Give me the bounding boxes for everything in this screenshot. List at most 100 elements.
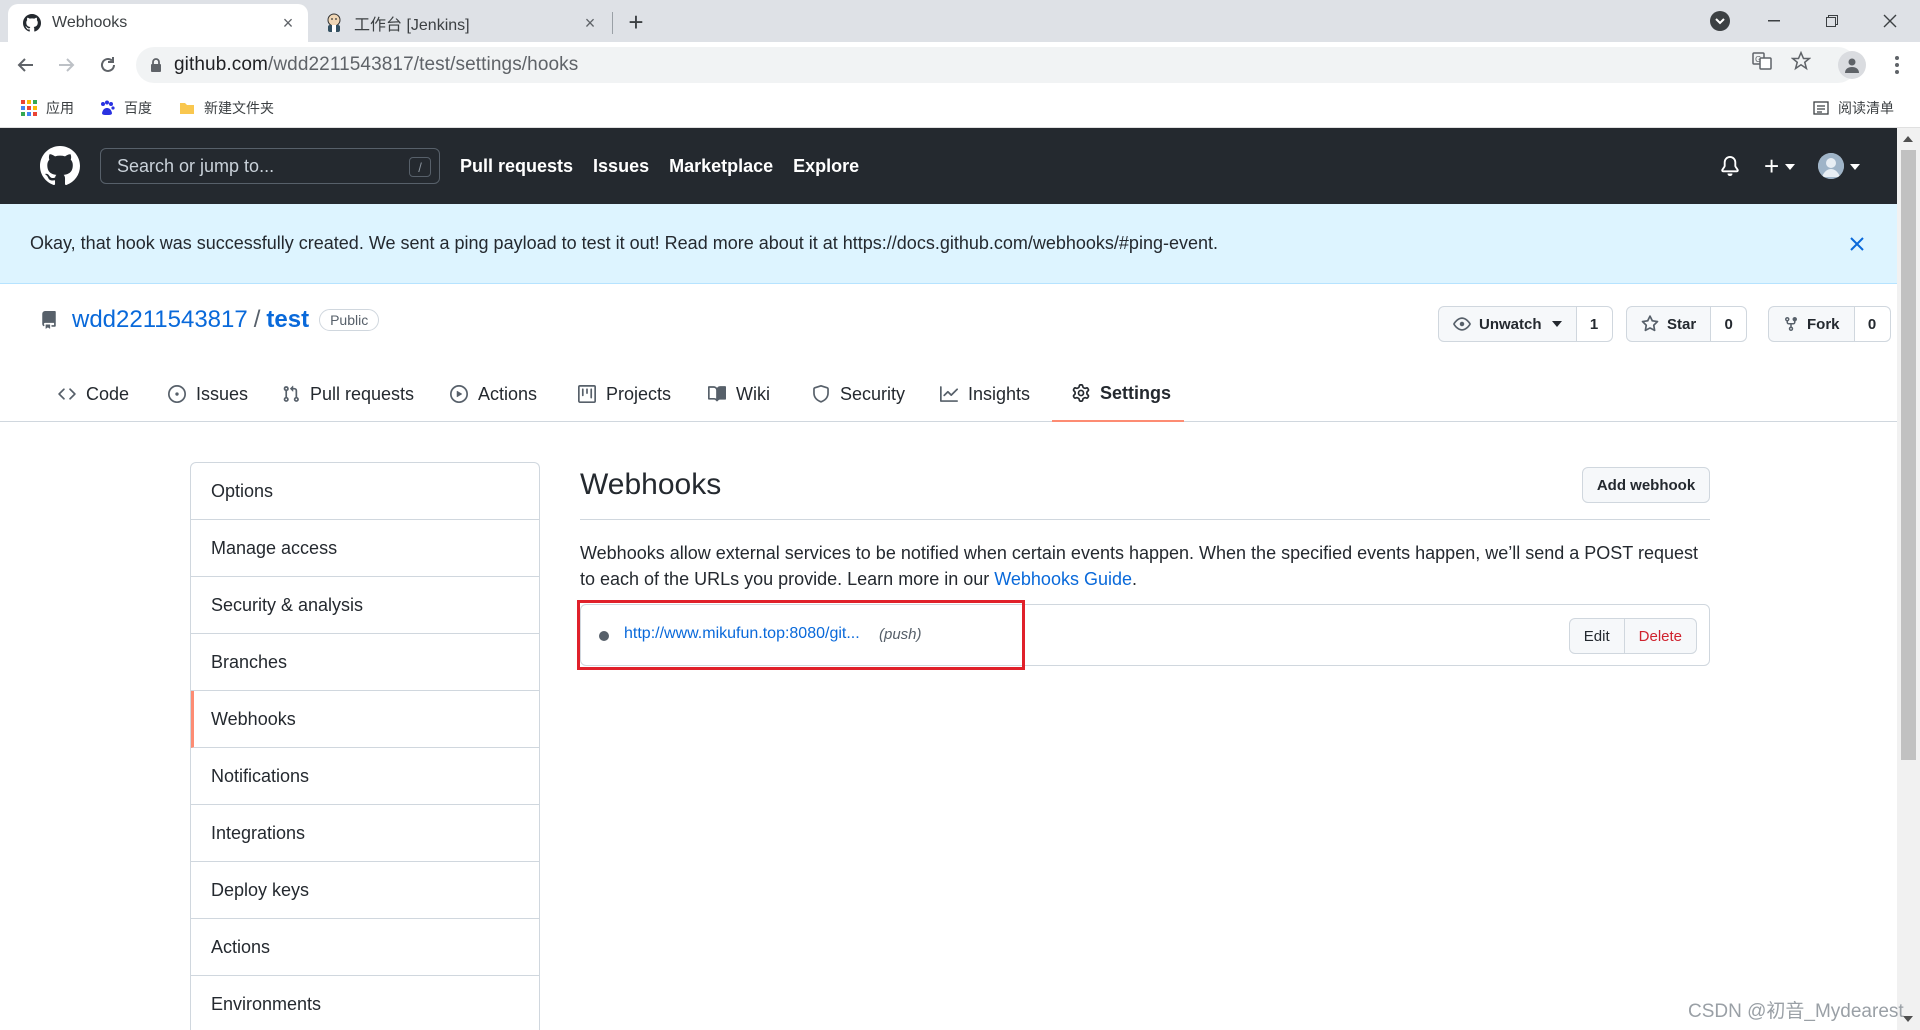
github-icon xyxy=(22,13,42,33)
shield-icon xyxy=(812,385,830,403)
star-icon xyxy=(1641,315,1659,333)
webhook-actions: Edit Delete xyxy=(1568,618,1697,654)
nav-issues[interactable]: Issues xyxy=(593,156,649,177)
bookmark-star-icon[interactable] xyxy=(1791,51,1811,71)
edit-button[interactable]: Edit xyxy=(1568,618,1625,654)
reading-list-icon xyxy=(1812,99,1830,117)
watch-count[interactable]: 1 xyxy=(1576,306,1613,342)
webhooks-description: Webhooks allow external services to be n… xyxy=(580,543,1698,589)
tab-security[interactable]: Security xyxy=(812,366,905,422)
nav-pull-requests[interactable]: Pull requests xyxy=(460,156,573,177)
create-new-dropdown[interactable]: + xyxy=(1764,128,1796,204)
visibility-badge: Public xyxy=(319,309,380,331)
sidebar-item-branches[interactable]: Branches xyxy=(191,634,539,691)
page-scrollbar[interactable] xyxy=(1897,128,1920,1030)
caret-down-icon xyxy=(1785,157,1796,175)
project-icon xyxy=(578,385,596,403)
translate-icon[interactable]: G xyxy=(1752,51,1772,71)
repo-owner-link[interactable]: wdd2211543817 xyxy=(72,306,248,334)
star-button[interactable]: Star xyxy=(1626,306,1712,342)
bookmark-folder[interactable]: 新建文件夹 xyxy=(178,97,274,119)
github-logo-icon[interactable] xyxy=(40,146,80,186)
sidebar-item-environments[interactable]: Environments xyxy=(191,976,539,1030)
tab-code[interactable]: Code xyxy=(58,366,129,422)
close-tab-icon[interactable]: × xyxy=(580,13,600,33)
fork-count[interactable]: 0 xyxy=(1854,306,1891,342)
scroll-down-icon[interactable] xyxy=(1903,1016,1913,1022)
tab-actions[interactable]: Actions xyxy=(450,366,537,422)
reading-list-button[interactable]: 阅读清单 xyxy=(1812,97,1894,119)
webhooks-guide-link[interactable]: Webhooks Guide xyxy=(994,569,1132,589)
reload-icon[interactable] xyxy=(92,49,124,81)
browser-tab-webhooks[interactable]: Webhooks × xyxy=(8,4,308,42)
tab-insights[interactable]: Insights xyxy=(940,366,1030,422)
browser-profile-icon[interactable] xyxy=(1838,51,1866,79)
close-window-icon[interactable] xyxy=(1861,0,1919,42)
sidebar-item-manage-access[interactable]: Manage access xyxy=(191,520,539,577)
unwatch-button[interactable]: Unwatch xyxy=(1438,306,1577,342)
tab-settings[interactable]: Settings xyxy=(1052,366,1184,422)
restore-icon[interactable] xyxy=(1803,0,1861,42)
sidebar-item-integrations[interactable]: Integrations xyxy=(191,805,539,862)
folder-icon xyxy=(178,99,196,117)
back-icon[interactable] xyxy=(10,49,42,81)
scrollbar-thumb[interactable] xyxy=(1901,150,1916,760)
github-header: Search or jump to... / Pull requests Iss… xyxy=(0,128,1897,204)
sidebar-item-security-analysis[interactable]: Security & analysis xyxy=(191,577,539,634)
repo-separator: / xyxy=(253,306,261,333)
user-avatar-dropdown[interactable] xyxy=(1818,128,1860,204)
svg-text:G: G xyxy=(1755,55,1761,64)
issue-opened-icon xyxy=(168,385,186,403)
search-input[interactable]: Search or jump to... / xyxy=(100,148,440,184)
flash-notice: Okay, that hook was successfully created… xyxy=(0,204,1897,284)
browser-tab-strip: Webhooks × 工作台 [Jenkins] × + xyxy=(0,0,1920,42)
caret-down-icon xyxy=(1850,157,1860,175)
tab-pull-requests[interactable]: Pull requests xyxy=(282,366,414,422)
graph-icon xyxy=(940,385,958,403)
global-nav: Pull requests Issues Marketplace Explore xyxy=(460,128,879,204)
close-icon[interactable] xyxy=(1845,232,1869,256)
repo-name-link[interactable]: test xyxy=(266,306,309,334)
new-tab-button[interactable]: + xyxy=(620,6,652,38)
sidebar-item-deploy-keys[interactable]: Deploy keys xyxy=(191,862,539,919)
eye-icon xyxy=(1453,315,1471,333)
search-shortcut-key: / xyxy=(409,157,431,177)
url-text: github.com/wdd2211543817/test/settings/h… xyxy=(174,54,579,75)
add-webhook-button[interactable]: Add webhook xyxy=(1582,467,1710,503)
sidebar-item-options[interactable]: Options xyxy=(191,463,539,520)
lock-icon[interactable] xyxy=(150,58,162,72)
sidebar-item-notifications[interactable]: Notifications xyxy=(191,748,539,805)
sidebar-item-webhooks[interactable]: Webhooks xyxy=(191,691,539,748)
nav-marketplace[interactable]: Marketplace xyxy=(669,156,773,177)
tab-title: 工作台 [Jenkins] xyxy=(354,17,470,34)
browser-tab-jenkins[interactable]: 工作台 [Jenkins] × xyxy=(310,4,610,42)
bookmark-baidu[interactable]: 百度 xyxy=(98,97,152,119)
play-icon xyxy=(450,385,468,403)
tab-title: Webhooks xyxy=(52,14,128,31)
close-tab-icon[interactable]: × xyxy=(278,13,298,33)
forward-icon[interactable] xyxy=(50,49,82,81)
tab-search-icon[interactable] xyxy=(1710,11,1730,31)
sidebar-item-actions[interactable]: Actions xyxy=(191,919,539,976)
bookmark-apps[interactable]: 应用 xyxy=(20,97,74,119)
tab-wiki[interactable]: Wiki xyxy=(708,366,770,422)
git-pull-request-icon xyxy=(282,385,300,403)
repo-icon xyxy=(40,310,58,330)
tab-issues[interactable]: Issues xyxy=(168,366,248,422)
repo-nav: Code Issues Pull requests Actions Projec… xyxy=(0,366,1897,422)
scroll-up-icon[interactable] xyxy=(1903,136,1913,142)
browser-menu-icon[interactable] xyxy=(1882,50,1912,80)
notifications-bell-icon[interactable] xyxy=(1720,128,1740,204)
star-count[interactable]: 0 xyxy=(1711,306,1748,342)
address-bar[interactable]: github.com/wdd2211543817/test/settings/h… xyxy=(136,47,1856,83)
watermark: CSDN @初音_Mydearest xyxy=(1688,1001,1904,1022)
minimize-icon[interactable] xyxy=(1745,0,1803,42)
plus-icon: + xyxy=(1764,151,1780,181)
annotation-highlight-box xyxy=(577,600,1025,670)
tab-projects[interactable]: Projects xyxy=(578,366,671,422)
nav-explore[interactable]: Explore xyxy=(793,156,859,177)
book-icon xyxy=(708,385,726,403)
delete-button[interactable]: Delete xyxy=(1624,618,1697,654)
fork-button[interactable]: Fork xyxy=(1768,306,1855,342)
baidu-paw-icon xyxy=(98,99,116,117)
